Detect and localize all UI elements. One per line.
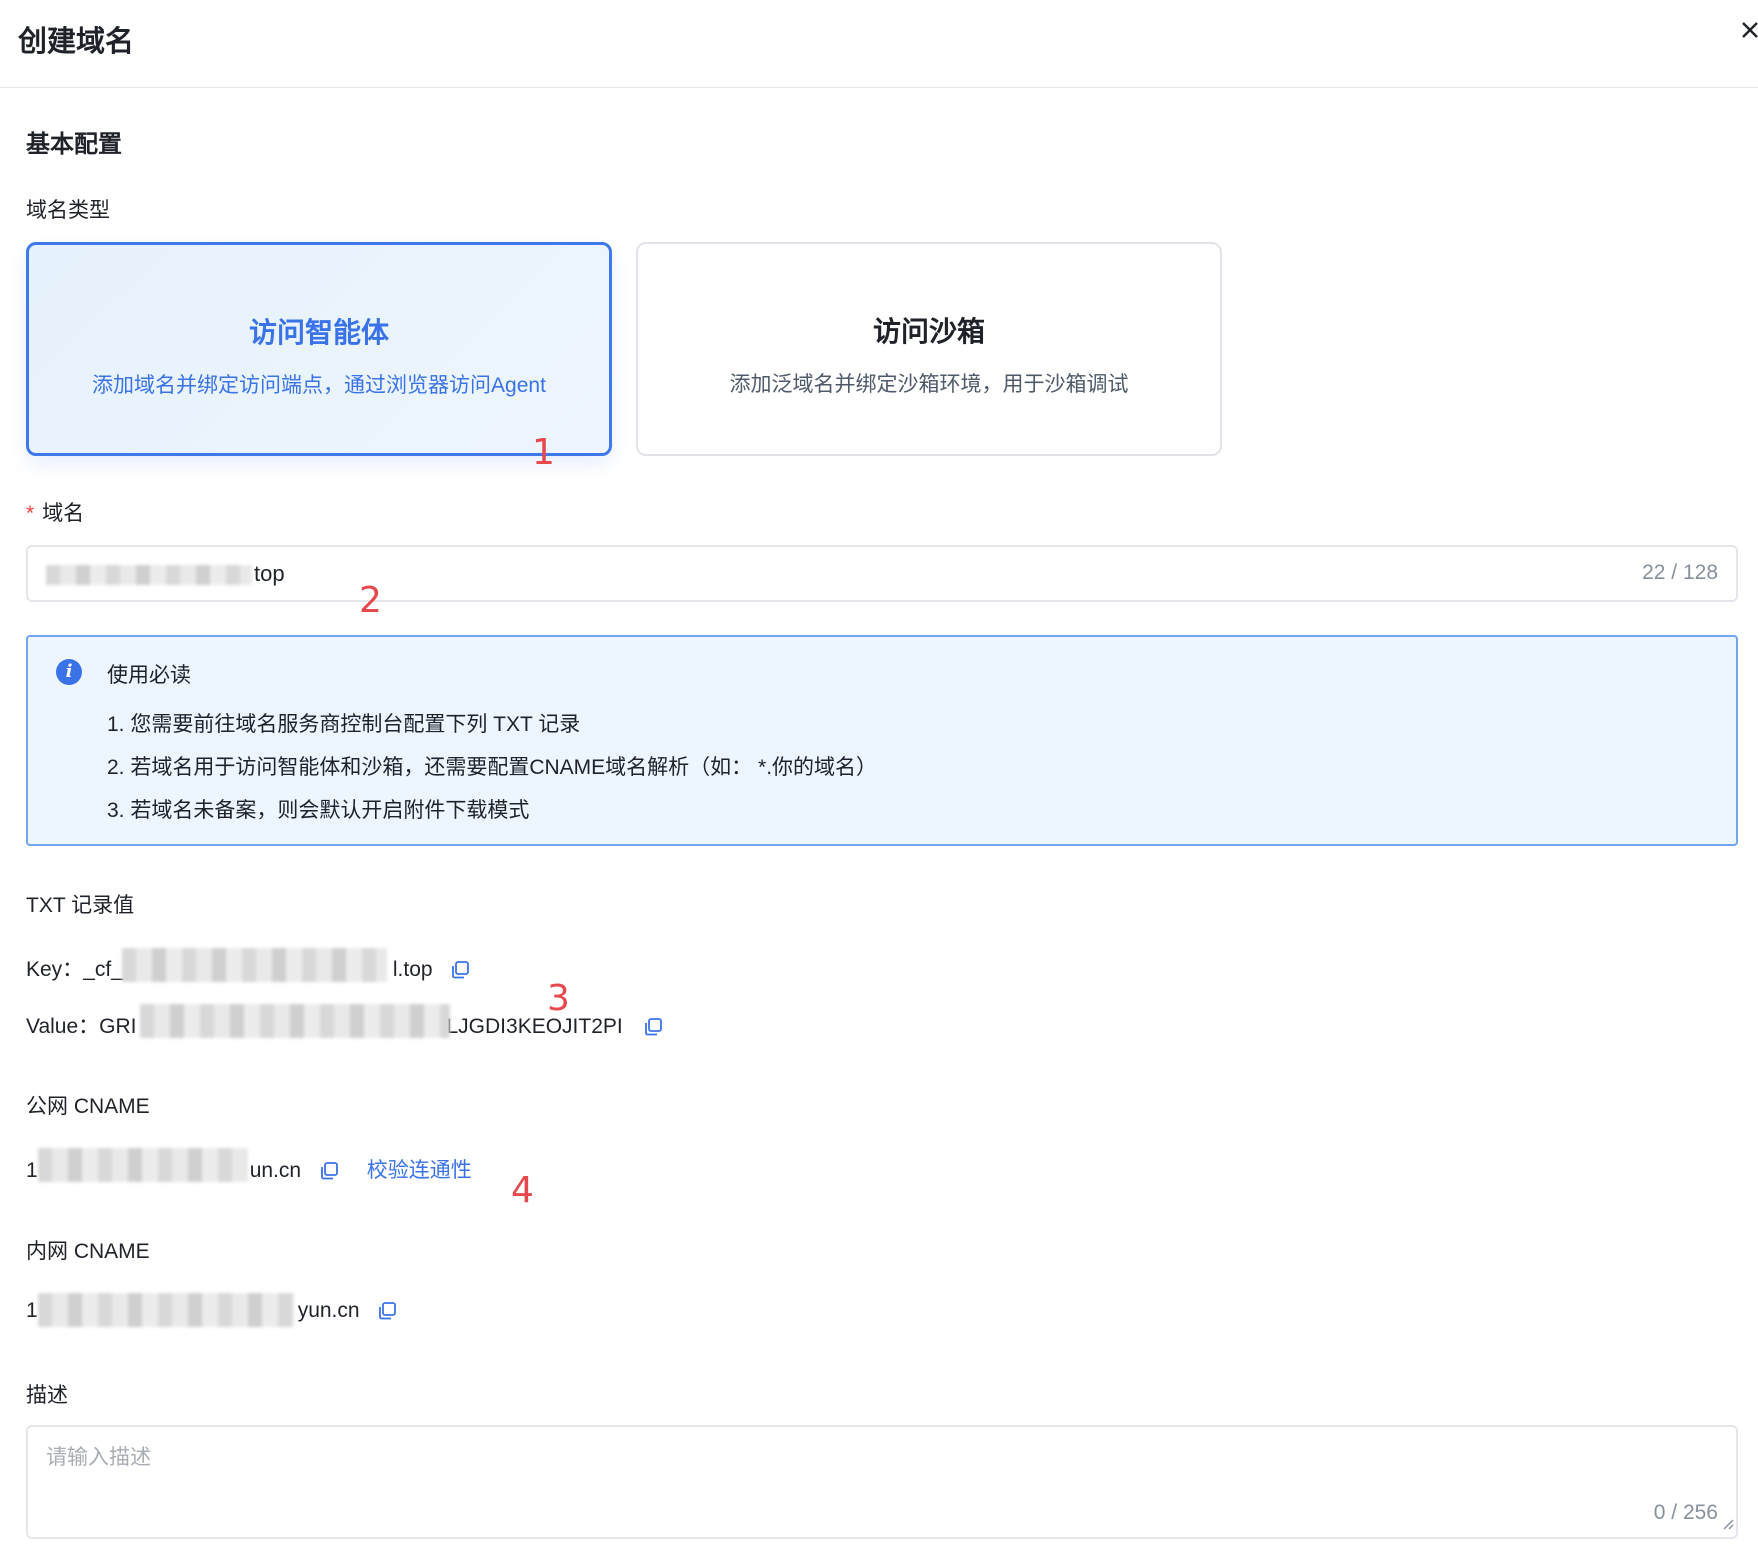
description-textarea[interactable]: 请输入描述 0 / 256: [26, 1425, 1738, 1539]
value-suffix: LJGDI3KEOJIT2PI: [446, 1015, 623, 1038]
value-label: Value：: [26, 1015, 100, 1038]
char-counter: 22 / 128: [1642, 561, 1718, 584]
key-prefix: _cf_: [83, 958, 123, 981]
description-placeholder: 请输入描述: [46, 1446, 151, 1469]
domain-type-label: 域名类型: [26, 199, 110, 222]
private-cname-label: 内网 CNAME: [26, 1240, 150, 1263]
redacted-text: [38, 1293, 294, 1327]
info-icon: i: [56, 659, 82, 685]
card-access-agent[interactable]: 访问智能体 添加域名并绑定访问端点，通过浏览器访问Agent: [26, 242, 612, 456]
cname-suffix: yun.cn: [297, 1299, 360, 1322]
char-counter: 0 / 256: [1653, 1501, 1718, 1524]
card-title: 访问智能体: [248, 317, 389, 348]
usage-notice: i 使用必读 1. 您需要前往域名服务商控制台配置下列 TXT 记录 2. 若域…: [26, 635, 1738, 846]
copy-icon[interactable]: [319, 1161, 339, 1181]
domain-field-label: * 域名: [26, 497, 84, 527]
dialog-header: 创建域名: [0, 0, 1758, 88]
cname-suffix: un.cn: [249, 1159, 302, 1182]
description-label: 描述: [26, 1384, 68, 1407]
card-description: 添加泛域名并绑定沙箱环境，用于沙箱调试: [729, 373, 1129, 396]
required-mark: *: [26, 502, 35, 525]
copy-icon[interactable]: [450, 960, 470, 980]
annotation-marker: 1: [532, 432, 555, 473]
annotation-marker: 4: [511, 1170, 534, 1211]
dialog-title: 创建域名: [18, 26, 135, 58]
redacted-text: [38, 1148, 248, 1182]
redacted-text: [46, 565, 252, 585]
notice-item: 3. 若域名未备案，则会默认开启附件下载模式: [107, 799, 530, 822]
value-prefix: GRI: [99, 1015, 137, 1038]
txt-record-label: TXT 记录值: [26, 894, 135, 917]
domain-label-text: 域名: [42, 502, 85, 525]
close-icon[interactable]: [1740, 20, 1758, 50]
key-label: Key：: [26, 958, 84, 981]
annotation-marker: 3: [547, 978, 570, 1019]
domain-input[interactable]: top 22 / 128: [26, 545, 1738, 602]
card-description: 添加域名并绑定访问端点，通过浏览器访问Agent: [92, 374, 546, 397]
annotation-marker: 2: [359, 580, 382, 621]
card-title: 访问沙箱: [872, 316, 985, 347]
cname-prefix: 1: [26, 1299, 38, 1322]
resize-handle-icon[interactable]: [1720, 1516, 1734, 1535]
verify-connectivity-link[interactable]: 校验连通性: [367, 1159, 472, 1182]
public-cname-label: 公网 CNAME: [26, 1095, 150, 1118]
redacted-text: [140, 1004, 450, 1038]
notice-item: 1. 您需要前往域名服务商控制台配置下列 TXT 记录: [107, 713, 581, 736]
section-title-basic: 基本配置: [26, 131, 122, 158]
notice-item: 2. 若域名用于访问智能体和沙箱，还需要配置CNAME域名解析（如： *.你的域…: [107, 756, 878, 779]
cname-prefix: 1: [26, 1159, 38, 1182]
copy-icon[interactable]: [643, 1017, 663, 1037]
notice-title: 使用必读: [107, 664, 191, 687]
domain-input-value: top: [254, 561, 285, 586]
key-suffix: l.top: [392, 958, 433, 981]
redacted-text: [122, 948, 387, 982]
copy-icon[interactable]: [377, 1301, 397, 1321]
card-access-sandbox[interactable]: 访问沙箱 添加泛域名并绑定沙箱环境，用于沙箱调试: [636, 242, 1222, 456]
